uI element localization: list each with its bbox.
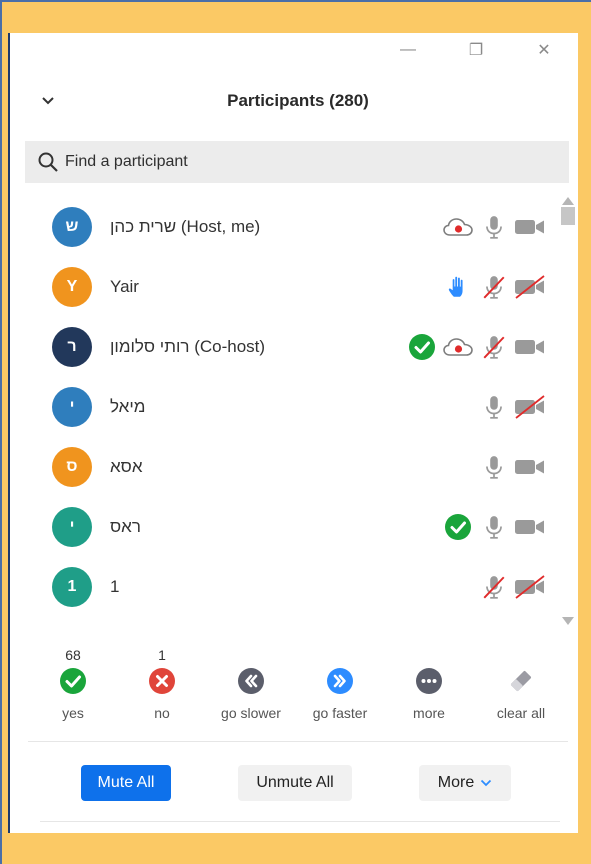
more-button-label: More	[437, 774, 475, 791]
scroll-up-arrow	[562, 197, 574, 205]
participant-name: אסא	[110, 457, 143, 476]
feedback-no-label: no	[154, 705, 170, 721]
unmute-all-button[interactable]: Unmute All	[238, 765, 352, 801]
microphone-muted-icon	[478, 331, 510, 363]
divider	[28, 741, 568, 742]
avatar: י	[52, 507, 92, 547]
participants-panel: — ❐ ✕ Participants (280) ש שרית כהן (Host…	[8, 33, 578, 833]
video-off-icon	[514, 571, 546, 603]
feedback-go-slower[interactable]: go slower	[206, 647, 296, 727]
participant-name: רותי סלומון (Co-host)	[110, 337, 266, 356]
participant-status-icons	[406, 331, 546, 363]
nonverbal-feedback-bar: 68 yes 1 no go slower go faster more cle…	[28, 647, 568, 727]
approved-check-icon	[442, 511, 474, 543]
participant-row[interactable]: Y Yair	[10, 257, 560, 317]
feedback-more-label: more	[413, 705, 445, 721]
participant-name: מיאל	[110, 397, 146, 416]
close-icon: ✕	[537, 42, 551, 59]
video-camera-icon	[514, 331, 546, 363]
feedback-yes-label: yes	[62, 705, 84, 721]
participant-name: 1	[110, 577, 120, 596]
participant-name: Yair	[110, 277, 139, 296]
participant-row[interactable]: י ראס	[10, 497, 560, 557]
avatar: 1	[52, 567, 92, 607]
feedback-faster-label: go faster	[312, 705, 368, 721]
video-camera-icon	[514, 451, 546, 483]
eraser-icon	[507, 667, 535, 695]
feedback-clear-all[interactable]: clear all	[476, 647, 566, 727]
video-camera-icon	[514, 511, 546, 543]
participant-row[interactable]: 11	[10, 557, 560, 617]
avatar: Y	[52, 267, 92, 307]
search-input[interactable]	[65, 153, 545, 171]
scrollbar[interactable]	[560, 197, 576, 632]
participant-status-icons	[442, 511, 546, 543]
participant-list: ש שרית כהן (Host, me) Y Yair ר רותי סלומון (C…	[10, 197, 560, 627]
minimize-button[interactable]: —	[388, 37, 428, 63]
cloud-recording-icon	[442, 211, 474, 243]
raised-hand-icon	[442, 271, 474, 303]
checkmark-icon	[59, 667, 87, 695]
participant-status-icons	[442, 211, 546, 243]
feedback-no[interactable]: 1 no	[117, 647, 207, 727]
participant-status-icons	[478, 451, 546, 483]
video-off-icon	[514, 271, 546, 303]
x-icon	[148, 667, 176, 695]
participant-row[interactable]: י מיאל	[10, 377, 560, 437]
approved-check-icon	[406, 331, 438, 363]
microphone-muted-icon	[478, 271, 510, 303]
video-off-icon	[514, 391, 546, 423]
avatar: ר	[52, 327, 92, 367]
divider	[40, 821, 560, 822]
mute-all-button[interactable]: Mute All	[81, 765, 171, 801]
feedback-slower-label: go slower	[221, 705, 281, 721]
participant-status-icons	[478, 391, 546, 423]
microphone-muted-icon	[478, 571, 510, 603]
participant-row[interactable]: ר רותי סלומון (Co-host)	[10, 317, 560, 377]
participant-row[interactable]: ש שרית כהן (Host, me)	[10, 197, 560, 257]
fast-forward-icon	[326, 667, 354, 695]
microphone-icon	[478, 511, 510, 543]
microphone-icon	[478, 391, 510, 423]
minimize-icon: —	[400, 41, 416, 58]
avatar: י	[52, 387, 92, 427]
participant-name: ראס	[110, 517, 141, 536]
restore-icon: ❐	[468, 42, 484, 59]
restore-button[interactable]: ❐	[456, 37, 496, 63]
feedback-no-count: 1	[158, 647, 166, 663]
cloud-recording-icon	[442, 331, 474, 363]
feedback-go-faster[interactable]: go faster	[295, 647, 385, 727]
microphone-icon	[478, 211, 510, 243]
participant-status-icons	[478, 571, 546, 603]
participant-name: שרית כהן (Host, me)	[110, 217, 261, 236]
ellipsis-icon	[415, 667, 443, 695]
chevron-down-icon	[481, 779, 492, 787]
participant-row[interactable]: ס אסא	[10, 437, 560, 497]
page-title: Participants (280)	[227, 91, 369, 110]
feedback-yes-count: 68	[65, 647, 81, 663]
avatar: ס	[52, 447, 92, 487]
scroll-thumb	[561, 207, 575, 225]
search-icon	[38, 152, 58, 172]
microphone-icon	[478, 451, 510, 483]
feedback-clear-label: clear all	[496, 705, 546, 721]
scroll-down-arrow	[562, 617, 574, 625]
video-camera-icon	[514, 211, 546, 243]
window-titlebar: — ❐ ✕	[10, 33, 578, 67]
rewind-icon	[237, 667, 265, 695]
feedback-yes[interactable]: 68 yes	[28, 647, 118, 727]
search-box[interactable]	[25, 141, 569, 183]
panel-header: Participants (280)	[10, 81, 578, 121]
close-button[interactable]: ✕	[524, 37, 564, 63]
participant-status-icons	[442, 271, 546, 303]
more-button[interactable]: More	[419, 765, 511, 801]
feedback-more[interactable]: more	[384, 647, 474, 727]
avatar: ש	[52, 207, 92, 247]
